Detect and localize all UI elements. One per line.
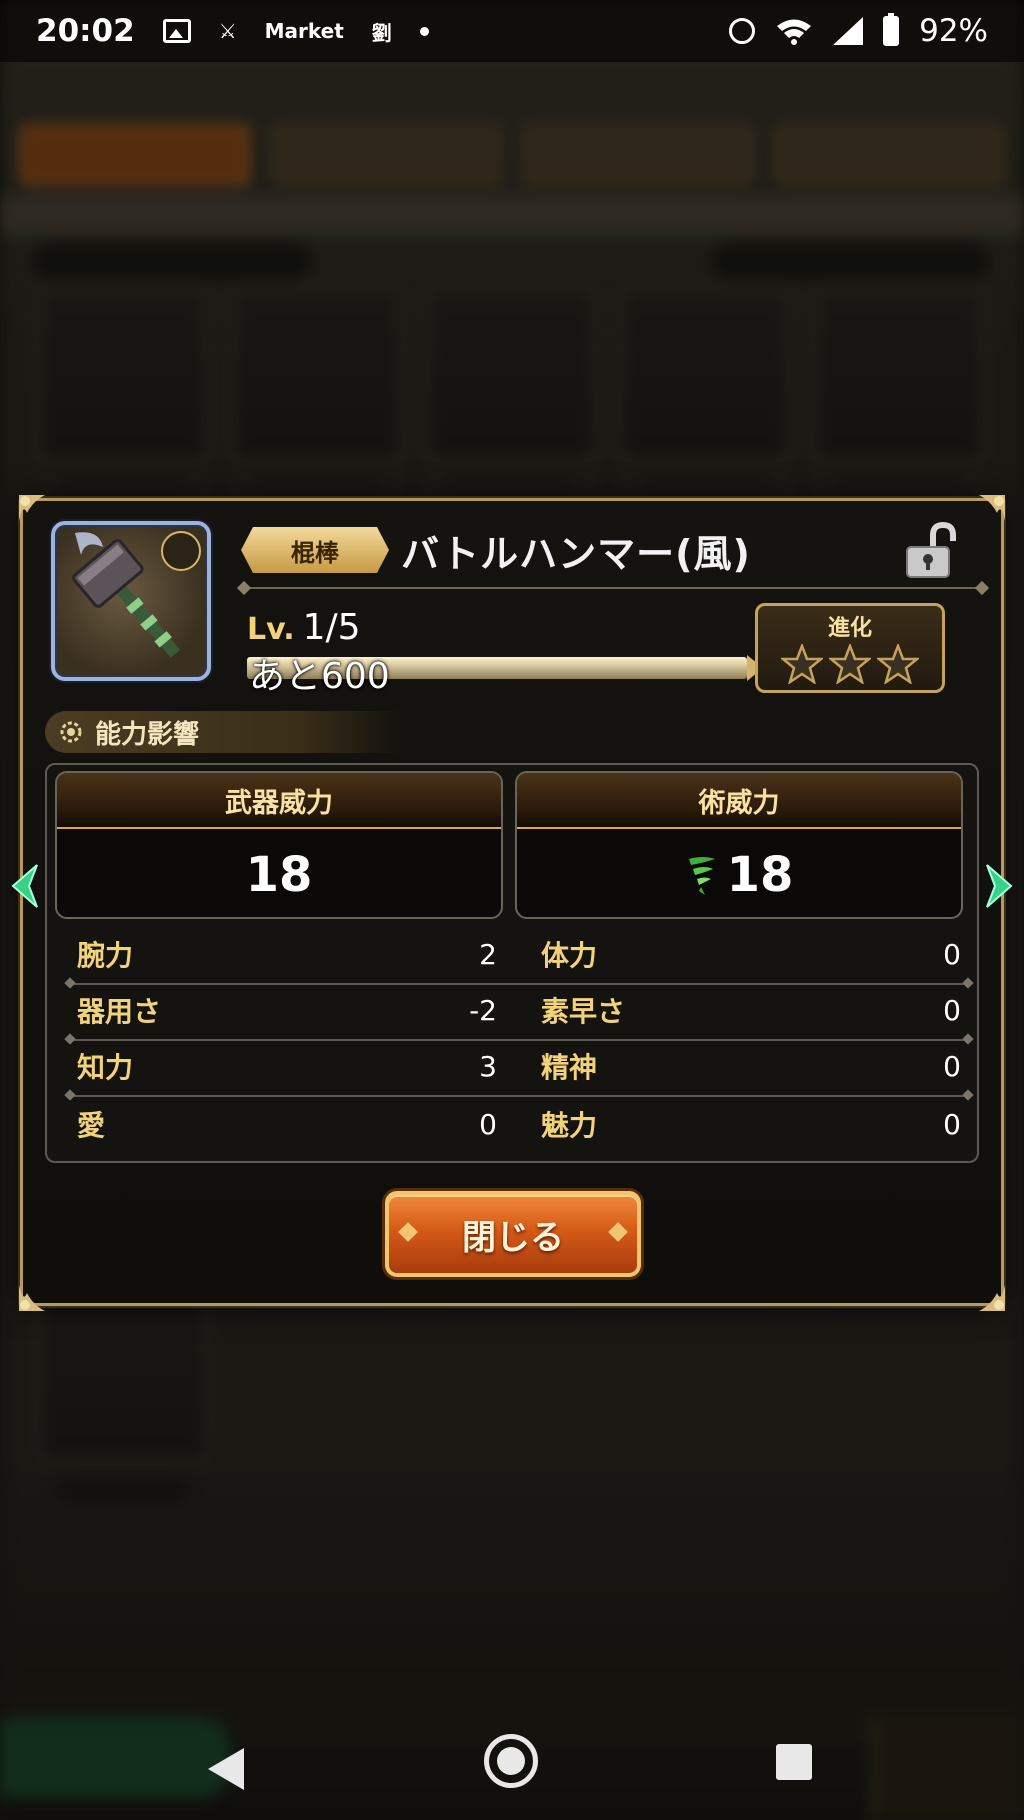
corner-ornament-icon xyxy=(979,1285,1005,1311)
weapon-name: バトルハンマー(風) xyxy=(401,532,751,576)
evolution-stars xyxy=(758,644,942,684)
close-button[interactable]: 閉じる xyxy=(385,1191,641,1277)
corner-ornament-icon xyxy=(19,1285,45,1311)
evolution-panel: 進化 xyxy=(755,603,945,693)
weapon-level: Lv. 1/5 xyxy=(247,607,361,648)
stat-row: 器用さ -2 素早さ 0 xyxy=(77,983,961,1037)
previous-arrow-icon[interactable] xyxy=(7,861,43,911)
close-button-label: 閉じる xyxy=(462,1217,564,1258)
button-ornament-icon xyxy=(398,1222,418,1242)
level-value: 1/5 xyxy=(302,607,361,648)
app-notification-icon: ⚔ xyxy=(218,19,237,43)
star-icon xyxy=(781,644,823,684)
stat-row: 知力 3 精神 0 xyxy=(77,1039,961,1093)
weapon-power-label: 武器威力 xyxy=(57,773,501,829)
stat-label: 魅力 xyxy=(541,1109,598,1142)
status-bar: 20:02 ⚔ Market 劉 92% xyxy=(0,0,1024,62)
skill-power-value: 18 xyxy=(726,847,794,903)
stat-label: 精神 xyxy=(541,1051,598,1084)
stat-label: 知力 xyxy=(77,1051,134,1084)
stat-value: 0 xyxy=(479,1107,497,1141)
level-prefix: Lv. xyxy=(247,612,295,647)
stat-row: 愛 0 魅力 0 xyxy=(77,1097,961,1151)
stat-value: 0 xyxy=(943,937,961,971)
stat-label: 腕力 xyxy=(77,939,134,972)
evolution-label: 進化 xyxy=(827,616,872,641)
market-notification-icon: Market xyxy=(264,19,344,43)
unlocked-padlock-icon[interactable] xyxy=(903,521,963,581)
stat-label: 素早さ xyxy=(541,995,626,1028)
stat-value: 0 xyxy=(943,993,961,1027)
star-icon xyxy=(877,644,919,684)
divider xyxy=(243,587,983,589)
corner-ornament-icon xyxy=(979,495,1005,521)
alarm-icon xyxy=(729,18,756,44)
wifi-icon xyxy=(777,19,812,45)
weapon-detail-dialog: 棍棒 バトルハンマー(風) Lv. 1/5 あと600 進化 能力影響 武器威力 … xyxy=(11,495,1013,1311)
weapon-power-box: 武器威力 18 xyxy=(55,771,503,919)
game-notification-icon: 劉 xyxy=(371,20,392,45)
gear-icon xyxy=(60,721,82,743)
home-circle-icon[interactable] xyxy=(484,1734,538,1788)
weapon-image xyxy=(51,521,211,681)
skill-power-row: 18 xyxy=(517,829,961,917)
weapon-category-label: 棍棒 xyxy=(291,538,339,567)
weapon-power-value: 18 xyxy=(245,847,313,903)
ability-section-header: 能力影響 xyxy=(45,711,405,753)
section-title: 能力影響 xyxy=(95,719,200,750)
weapon-type-badge-icon xyxy=(161,531,201,571)
stat-value: 2 xyxy=(479,937,497,971)
stat-label: 愛 xyxy=(77,1109,106,1142)
system-navigation-bar xyxy=(0,1718,1024,1820)
signal-icon xyxy=(833,17,864,45)
more-notifications-dot-icon xyxy=(419,26,429,36)
recents-square-icon[interactable] xyxy=(776,1744,812,1780)
stats-panel: 武器威力 18 術威力 18 腕力 2 体力 0 器用さ -2 素早さ 0 知力… xyxy=(45,763,979,1163)
status-time: 20:02 xyxy=(36,13,135,49)
back-triangle-icon[interactable] xyxy=(208,1748,244,1790)
battery-percent: 92% xyxy=(919,13,988,49)
star-icon xyxy=(829,644,871,684)
stat-label: 体力 xyxy=(541,939,598,972)
stat-row: 腕力 2 体力 0 xyxy=(77,927,961,981)
skill-power-box: 術威力 18 xyxy=(515,771,963,919)
button-ornament-icon xyxy=(608,1222,628,1242)
wind-element-icon xyxy=(688,857,715,895)
stat-value: 0 xyxy=(943,1107,961,1141)
exp-remaining: あと600 xyxy=(249,656,390,697)
weapon-category-tag: 棍棒 xyxy=(241,527,389,573)
gallery-notification-icon xyxy=(162,19,191,43)
skill-power-label: 術威力 xyxy=(517,773,961,829)
battery-icon xyxy=(883,13,900,46)
next-arrow-icon[interactable] xyxy=(981,861,1017,911)
stat-value: 0 xyxy=(943,1049,961,1083)
stat-label: 器用さ xyxy=(77,995,162,1028)
stat-value: -2 xyxy=(469,993,497,1027)
stat-value: 3 xyxy=(479,1049,497,1083)
